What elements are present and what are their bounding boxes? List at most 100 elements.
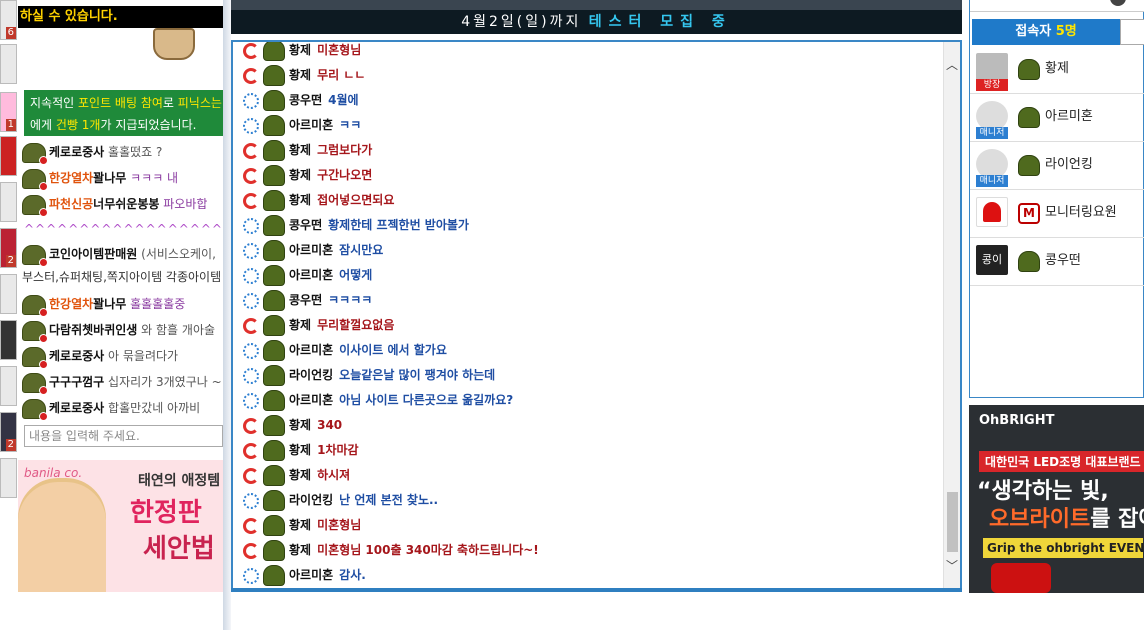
user-name[interactable]: 다람쥐쳇바퀴인생: [49, 323, 137, 337]
user-name[interactable]: 라이언킹: [1045, 142, 1093, 188]
user-name[interactable]: 황제: [289, 68, 311, 82]
user-name[interactable]: 아르미혼: [289, 268, 333, 282]
tab-other[interactable]: [1120, 19, 1144, 45]
user-name[interactable]: 황제: [289, 443, 311, 457]
list-item[interactable]: 케로로중사 홀홀떴죠 ?: [22, 140, 224, 164]
user-name[interactable]: 황제: [289, 468, 311, 482]
rank-icon: [1018, 155, 1040, 176]
list-item[interactable]: 파천신공너무쉬운봉봉 파오바합: [22, 192, 224, 216]
list-item[interactable]: 구구구껌구 십자리가 3개였구나 ~: [22, 370, 224, 394]
user-name[interactable]: 콩우떤: [289, 218, 322, 232]
user-name[interactable]: 아르미혼: [289, 243, 333, 257]
user-name[interactable]: 콩우떤: [289, 93, 322, 107]
user-name[interactable]: 케로로중사: [49, 401, 104, 415]
message-text: 접어넣으면되요: [317, 193, 395, 207]
scroll-thumb[interactable]: [947, 492, 958, 552]
thumbnail[interactable]: [0, 366, 17, 406]
message-text: 십자리가 3개였구나 ~: [108, 375, 222, 389]
user-row[interactable]: 매니저 아르미혼: [970, 94, 1144, 142]
user-name[interactable]: 파천신공: [49, 197, 93, 211]
thumbnail[interactable]: [0, 320, 17, 360]
user-name[interactable]: 꽐나무: [93, 171, 126, 185]
count-badge: 2: [5, 439, 16, 451]
user-name[interactable]: 황제: [289, 143, 311, 157]
thumbnail[interactable]: 1: [0, 92, 17, 132]
user-name[interactable]: 황제: [1045, 46, 1069, 92]
user-name[interactable]: 콩우떤: [1045, 238, 1081, 284]
thumbnail[interactable]: [0, 274, 17, 314]
tab-label: 접속자: [1015, 24, 1052, 39]
spiral-red-icon: [243, 517, 259, 534]
user-name[interactable]: 아르미혼: [289, 393, 333, 407]
thumbnail[interactable]: [0, 44, 17, 84]
list-item[interactable]: 코인아이템판매원 (서비스오케이,: [22, 242, 224, 266]
rank-icon: [263, 540, 285, 561]
user-name[interactable]: 구구구껌구: [49, 375, 104, 389]
search-icon[interactable]: [1110, 0, 1126, 6]
user-name[interactable]: 황제: [289, 418, 311, 432]
chevron-up-icon[interactable]: ︿: [946, 56, 958, 73]
list-item[interactable]: 케로로중사 합홀만갔네 아까비: [22, 396, 224, 420]
list-item[interactable]: 다람쥐쳇바퀴인생 와 함흘 개아술: [22, 318, 224, 342]
spiral-red-icon: [243, 42, 259, 59]
rank-icon: [263, 42, 285, 61]
user-name[interactable]: 모니터링요원: [1045, 190, 1117, 236]
star-blue-icon: [243, 117, 259, 134]
user-name[interactable]: 케로로중사: [49, 145, 104, 159]
rank-icon: [263, 415, 285, 436]
user-name[interactable]: 라이언킹: [289, 368, 333, 382]
left-chat-panel: 하실 수 있습니다. 지속적인 포인트 배팅 참여로 피닉스는 에게 건빵 1개…: [18, 0, 244, 630]
advertisement-banner[interactable]: OhBRIGHT 대한민국 LED조명 대표브랜드 “생각하는 빛, 오브라이트…: [969, 405, 1144, 593]
thumbnail[interactable]: 2: [0, 228, 17, 268]
user-name[interactable]: 황제: [289, 43, 311, 57]
user-name[interactable]: 한강열차: [49, 297, 93, 311]
star-blue-icon: [243, 367, 259, 384]
user-name[interactable]: 황제: [289, 518, 311, 532]
thumbnail[interactable]: 6: [0, 0, 17, 40]
message-text: 홀홀떴죠 ?: [108, 145, 163, 159]
tab-connected-users[interactable]: 접속자 5명: [972, 19, 1120, 45]
rank-icon: [263, 340, 285, 361]
user-name[interactable]: 황제: [289, 318, 311, 332]
user-name[interactable]: 코인아이템판매원: [49, 247, 137, 261]
rank-icon: [263, 365, 285, 386]
user-name[interactable]: 아르미혼: [289, 118, 333, 132]
thumbnail[interactable]: [0, 182, 17, 222]
ad-image: [18, 482, 106, 592]
chat-input[interactable]: 내용을 입력해 주세요.: [24, 425, 223, 447]
user-row[interactable]: 콩이 콩우떤: [970, 238, 1144, 286]
list-item[interactable]: 케로로중사 아 묶을려다가: [22, 344, 224, 368]
user-name[interactable]: 한강열차: [49, 171, 93, 185]
user-row[interactable]: M 모니터링요원: [970, 190, 1144, 238]
star-blue-icon: [243, 567, 259, 584]
user-row[interactable]: 매니저 라이언킹: [970, 142, 1144, 190]
chevron-down-icon[interactable]: ﹀: [946, 557, 958, 574]
message-text: 어떻게: [339, 268, 373, 282]
scrollbar[interactable]: ︿ ﹀: [943, 42, 960, 590]
thumbnail[interactable]: [0, 136, 17, 176]
user-name[interactable]: 꽐나무: [93, 297, 126, 311]
ad-text: 를 잡아: [1090, 507, 1144, 532]
chat-message: 아르미혼 이사이트 에서 할가요: [243, 338, 943, 363]
user-name[interactable]: 아르미혼: [1045, 94, 1093, 140]
thumbnail[interactable]: [0, 458, 17, 498]
list-item[interactable]: 한강열차꽐나무 ㅋㅋㅋ 내: [22, 166, 224, 190]
list-item[interactable]: 한강열차꽐나무 홀홀홀홀중: [22, 292, 224, 316]
message-text: 1차마감: [317, 443, 359, 457]
user-row[interactable]: 방장 황제: [970, 46, 1144, 94]
user-name[interactable]: 황제: [289, 193, 311, 207]
user-name[interactable]: 황제: [289, 543, 311, 557]
advertisement-banner[interactable]: banila co. 태연의 애정템 한정판 세안법: [18, 460, 223, 592]
user-name[interactable]: 라이언킹: [289, 493, 333, 507]
divider: [223, 0, 231, 630]
chat-message: 황제 하시져: [243, 463, 943, 488]
user-name[interactable]: 황제: [289, 168, 311, 182]
user-name[interactable]: 아르미혼: [289, 568, 333, 582]
user-name[interactable]: 너무쉬운봉봉: [93, 197, 159, 211]
count-badge: 1: [5, 119, 16, 131]
thumbnail[interactable]: 2: [0, 412, 17, 452]
user-name[interactable]: 콩우떤: [289, 293, 322, 307]
rank-icon: [263, 165, 285, 186]
user-name[interactable]: 아르미혼: [289, 343, 333, 357]
user-name[interactable]: 케로로중사: [49, 349, 104, 363]
